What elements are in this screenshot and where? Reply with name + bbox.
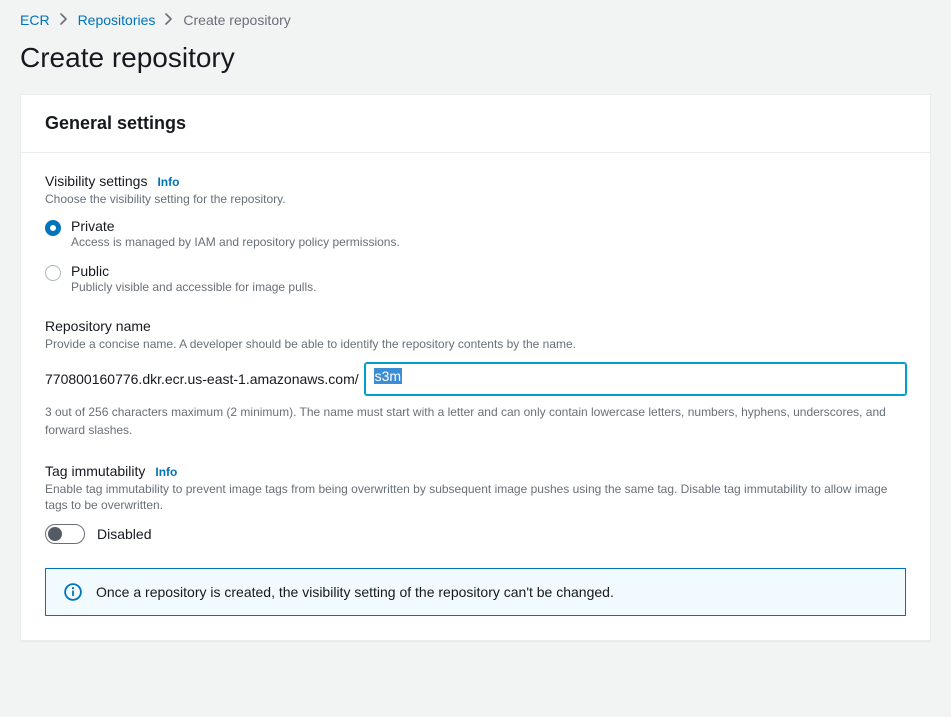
radio-sub-public: Publicly visible and accessible for imag… <box>71 280 316 294</box>
radio-icon <box>45 265 61 281</box>
repository-name-input[interactable]: s3m <box>365 363 906 395</box>
alert-text: Once a repository is created, the visibi… <box>96 584 614 600</box>
tag-immutability-label: Tag immutability <box>45 463 145 479</box>
tag-immutability-toggle-label: Disabled <box>97 526 151 542</box>
visibility-info-link[interactable]: Info <box>157 175 179 189</box>
radio-label-public: Public <box>71 263 316 279</box>
visibility-radio-public[interactable]: Public Publicly visible and accessible f… <box>45 263 906 294</box>
visibility-description: Choose the visibility setting for the re… <box>45 191 906 208</box>
tag-immutability-info-link[interactable]: Info <box>155 465 177 479</box>
tag-immutability-description: Enable tag immutability to prevent image… <box>45 481 906 515</box>
breadcrumb: ECR Repositories Create repository <box>20 12 931 28</box>
tag-immutability-toggle[interactable] <box>45 524 85 544</box>
radio-sub-private: Access is managed by IAM and repository … <box>71 235 400 249</box>
breadcrumb-current: Create repository <box>183 12 290 28</box>
tag-immutability-field: Tag immutability Info Enable tag immutab… <box>45 463 906 545</box>
breadcrumb-repositories-link[interactable]: Repositories <box>78 12 156 28</box>
panel-header: General settings <box>21 95 930 153</box>
visibility-field: Visibility settings Info Choose the visi… <box>45 173 906 294</box>
panel-title: General settings <box>45 113 906 134</box>
repository-name-description: Provide a concise name. A developer shou… <box>45 336 906 353</box>
panel-body: Visibility settings Info Choose the visi… <box>21 153 930 640</box>
breadcrumb-ecr-link[interactable]: ECR <box>20 12 50 28</box>
toggle-knob-icon <box>48 527 62 541</box>
radio-icon <box>45 220 61 236</box>
visibility-radio-private[interactable]: Private Access is managed by IAM and rep… <box>45 218 906 249</box>
repository-name-label: Repository name <box>45 318 151 334</box>
radio-label-private: Private <box>71 218 400 234</box>
chevron-right-icon <box>60 13 68 28</box>
repository-uri-prefix: 770800160776.dkr.ecr.us-east-1.amazonaws… <box>45 371 365 387</box>
chevron-right-icon <box>165 13 173 28</box>
repository-name-constraint: 3 out of 256 characters maximum (2 minim… <box>45 403 906 439</box>
visibility-label: Visibility settings <box>45 173 147 189</box>
page-title: Create repository <box>20 42 931 74</box>
general-settings-panel: General settings Visibility settings Inf… <box>20 94 931 641</box>
repository-name-field: Repository name Provide a concise name. … <box>45 318 906 439</box>
visibility-immutable-alert: Once a repository is created, the visibi… <box>45 568 906 616</box>
info-icon <box>64 583 82 601</box>
